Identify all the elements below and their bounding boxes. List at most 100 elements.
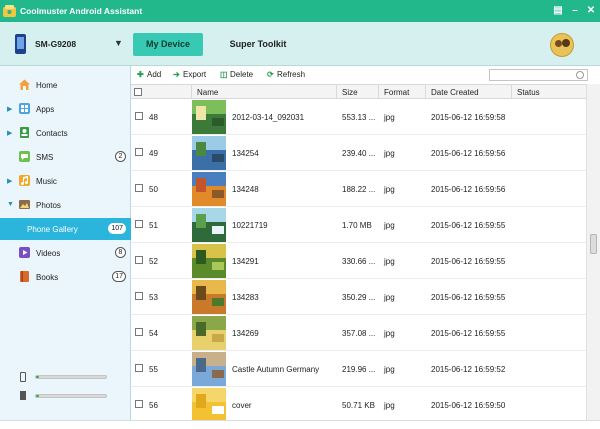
select-all-checkbox[interactable] — [134, 88, 142, 96]
table-row[interactable]: 56 cover 50.71 KB jpg 2015-06-12 16:59:50 — [131, 387, 586, 423]
column-divider — [378, 85, 379, 100]
export-label: Export — [183, 70, 207, 79]
column-header-status[interactable]: Status — [517, 88, 540, 97]
photo-thumbnail[interactable] — [192, 136, 226, 170]
device-dropdown-icon[interactable]: ▼ — [114, 38, 123, 48]
file-size: 219.96 ... — [342, 365, 376, 374]
scrollbar-thumb[interactable] — [590, 234, 597, 254]
photo-thumbnail[interactable] — [192, 352, 226, 386]
delete-button[interactable]: ◫ Delete — [220, 70, 253, 79]
row-number: 51 — [149, 221, 158, 230]
table-row[interactable]: 48 2012-03-14_092031 553.13 ... jpg 2015-06-… — [131, 99, 586, 135]
export-button[interactable]: ➔ Export — [173, 70, 206, 79]
row-checkbox[interactable] — [135, 364, 143, 372]
close-icon[interactable]: ✕ — [585, 4, 597, 17]
storage-fill — [36, 376, 39, 378]
photo-thumbnail[interactable] — [192, 388, 226, 422]
sidebar-item-contacts[interactable]: ▶ Contacts — [0, 122, 131, 144]
file-name: 134269 — [232, 329, 259, 338]
sidebar-item-music[interactable]: ▶ Music — [0, 170, 131, 192]
column-header-size[interactable]: Size — [342, 88, 358, 97]
add-button[interactable]: ✚ Add — [137, 70, 161, 79]
row-checkbox[interactable] — [135, 220, 143, 228]
photo-thumbnail[interactable] — [192, 208, 226, 242]
refresh-label: Refresh — [277, 70, 306, 79]
file-format: jpg — [384, 401, 395, 410]
account-avatar[interactable] — [550, 33, 574, 57]
expand-arrow-icon[interactable]: ▶ — [7, 105, 12, 113]
photo-thumbnail[interactable] — [192, 280, 226, 314]
collapse-arrow-icon[interactable]: ▼ — [7, 201, 14, 208]
column-header-format[interactable]: Format — [384, 88, 409, 97]
tab-super-toolkit[interactable]: Super Toolkit — [222, 33, 294, 56]
column-header-date-created[interactable]: Date Created — [431, 88, 479, 97]
file-name: 10221719 — [232, 221, 268, 230]
books-icon — [20, 271, 29, 282]
refresh-button[interactable]: ⟳ Refresh — [267, 70, 305, 79]
row-checkbox[interactable] — [135, 400, 143, 408]
row-checkbox[interactable] — [135, 328, 143, 336]
file-size: 330.66 ... — [342, 257, 376, 266]
photo-thumbnail[interactable] — [192, 244, 226, 278]
vertical-scrollbar[interactable] — [586, 84, 600, 420]
search-icon[interactable] — [576, 71, 584, 79]
table-row[interactable]: 54 134269 357.08 ... jpg 2015-06-12 16:59:55 — [131, 315, 586, 351]
sidebar-item-home[interactable]: Home — [0, 74, 131, 96]
save-window-icon[interactable]: ▤ — [552, 4, 564, 17]
storage-fill — [36, 395, 39, 397]
file-size: 50.71 KB — [342, 401, 375, 410]
file-format: jpg — [384, 365, 395, 374]
tab-my-device[interactable]: My Device — [133, 33, 203, 56]
add-label: Add — [147, 70, 162, 79]
photo-thumbnail[interactable] — [192, 100, 226, 134]
row-checkbox[interactable] — [135, 292, 143, 300]
file-name: cover — [232, 401, 252, 410]
table-row[interactable]: 55 Castle Autumn Germany 219.96 ... jpg 2015… — [131, 351, 586, 387]
photo-thumbnail[interactable] — [192, 172, 226, 206]
table-row[interactable]: 50 134248 188.22 ... jpg 2015-06-12 16:59:56 — [131, 171, 586, 207]
sidebar-item-sms[interactable]: SMS 2 — [0, 146, 131, 168]
table-row[interactable]: 49 134254 239.40 ... jpg 2015-06-12 16:59:56 — [131, 135, 586, 171]
storage-bar — [35, 394, 107, 398]
date-created: 2015-06-12 16:59:55 — [431, 329, 506, 338]
file-format: jpg — [384, 221, 395, 230]
apps-icon — [19, 103, 30, 114]
count-badge: 107 — [108, 223, 126, 234]
row-checkbox[interactable] — [135, 256, 143, 264]
window-title: Coolmuster Android Assistant — [20, 6, 143, 16]
sidebar-item-label: Books — [36, 273, 59, 282]
file-name: 134248 — [232, 185, 259, 194]
sd-card-icon — [20, 391, 26, 400]
sidebar-item-label: SMS — [36, 153, 54, 162]
expand-arrow-icon[interactable]: ▶ — [7, 177, 12, 185]
column-divider — [336, 85, 337, 100]
table-row[interactable]: 51 10221719 1.70 MB jpg 2015-06-12 16:59:55 — [131, 207, 586, 243]
count-badge: 8 — [115, 247, 126, 258]
row-checkbox[interactable] — [135, 148, 143, 156]
videos-icon — [19, 247, 30, 258]
expand-arrow-icon[interactable]: ▶ — [7, 129, 12, 137]
sidebar-item-phone-gallery[interactable]: Phone Gallery 107 — [0, 218, 131, 240]
table-row[interactable]: 52 134291 330.66 ... jpg 2015-06-12 16:59:55 — [131, 243, 586, 279]
row-checkbox[interactable] — [135, 112, 143, 120]
sidebar-item-videos[interactable]: Videos 8 — [0, 242, 131, 264]
app-logo-icon — [3, 5, 16, 17]
column-divider — [191, 85, 192, 100]
row-number: 49 — [149, 149, 158, 158]
table-row[interactable]: 53 134283 350.29 ... jpg 2015-06-12 16:59:55 — [131, 279, 586, 315]
row-number: 48 — [149, 113, 158, 122]
storage-bar — [35, 375, 107, 379]
file-size: 553.13 ... — [342, 113, 376, 122]
search-input[interactable] — [489, 69, 588, 81]
date-created: 2015-06-12 16:59:56 — [431, 149, 506, 158]
sidebar-item-apps[interactable]: ▶ Apps — [0, 98, 131, 120]
photo-thumbnail[interactable] — [192, 316, 226, 350]
file-name: 134291 — [232, 257, 259, 266]
row-checkbox[interactable] — [135, 184, 143, 192]
minimize-icon[interactable]: – — [569, 4, 581, 17]
column-header-name[interactable]: Name — [197, 88, 218, 97]
column-divider — [511, 85, 512, 100]
sidebar-item-books[interactable]: Books 17 — [0, 266, 131, 288]
sidebar-item-photos[interactable]: ▼ Photos — [0, 194, 131, 216]
title-bar: Coolmuster Android Assistant ▤ – ✕ — [0, 0, 600, 22]
